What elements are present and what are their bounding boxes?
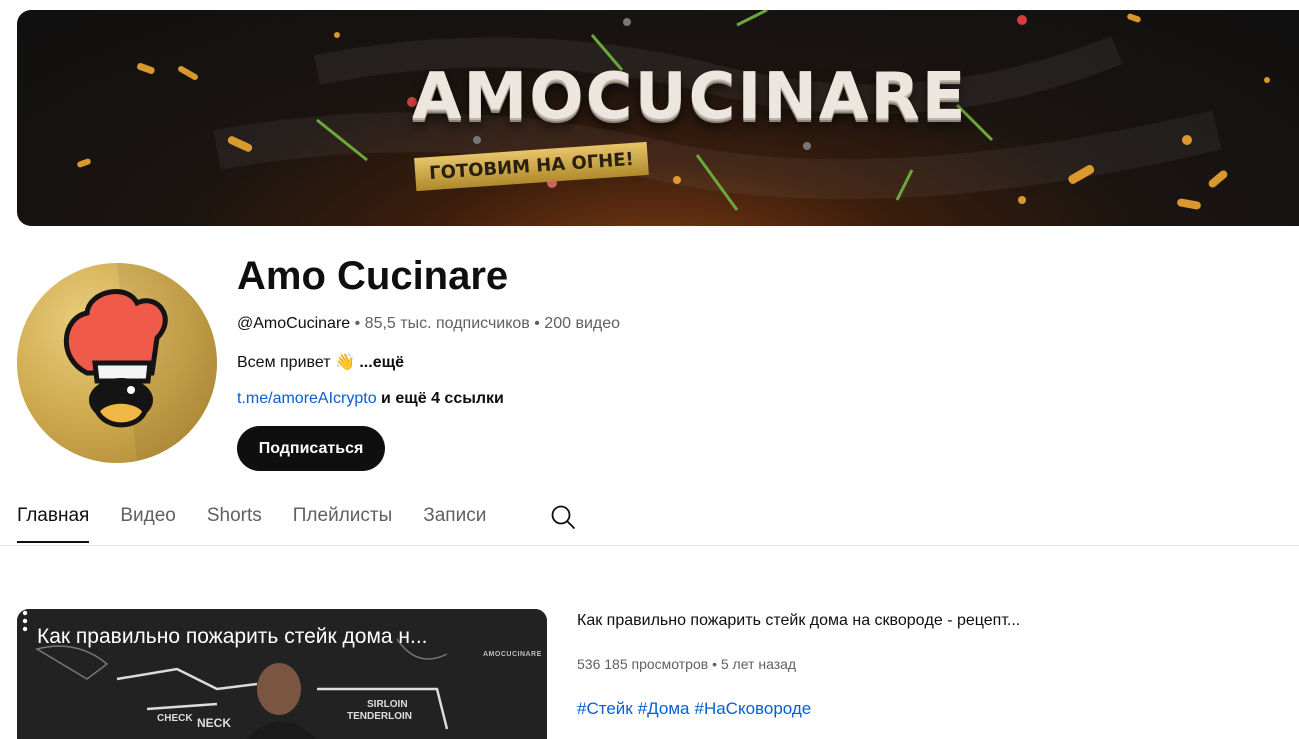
subscribe-button[interactable]: Подписаться — [237, 426, 385, 471]
channel-banner: AMOCUCINARE ГОТОВИМ НА ОГНЕ! — [17, 10, 1299, 226]
thumbnail-word: SIRLOIN — [367, 699, 408, 710]
channel-description[interactable]: Всем привет 👋 ...ещё — [237, 352, 404, 372]
search-icon[interactable] — [550, 504, 576, 530]
tabs-divider — [0, 545, 1299, 546]
thumbnail-title: Как правильно пожарить стейк дома н... — [37, 625, 428, 648]
thumbnail-word: CHECK — [157, 713, 193, 724]
upload-age: 5 лет назад — [720, 656, 797, 672]
meta-separator: • — [529, 315, 545, 332]
tab-shorts[interactable]: Shorts — [207, 497, 262, 543]
meta-separator: • — [350, 315, 365, 332]
hashtag-link[interactable]: #Дома — [638, 699, 690, 718]
tab-playlists[interactable]: Плейлисты — [293, 497, 392, 543]
thumbnail-logo: AMOCUCINARE — [483, 651, 542, 658]
description-text: Всем привет — [237, 354, 331, 371]
tab-videos[interactable]: Видео — [120, 497, 176, 543]
description-more-button[interactable]: ...ещё — [359, 354, 404, 371]
hashtag-link[interactable]: #Стейк — [577, 699, 633, 718]
channel-name: Amo Cucinare — [237, 254, 509, 298]
video-count: 200 видео — [544, 315, 621, 332]
channel-meta: @AmoCucinare • 85,5 тыс. подписчиков • 2… — [237, 315, 620, 333]
waving-hand-icon: 👋 — [334, 354, 355, 371]
tab-home[interactable]: Главная — [17, 497, 90, 543]
thumbnail-word: NECK — [197, 716, 231, 730]
channel-handle[interactable]: @AmoCucinare — [237, 315, 350, 332]
channel-avatar[interactable] — [17, 263, 217, 463]
hashtag-link[interactable]: #НаСковороде — [694, 699, 811, 718]
more-vert-icon[interactable] — [17, 609, 33, 633]
chef-duck-icon — [63, 263, 217, 463]
video-hashtags: #Стейк #Дома #НаСковороде — [577, 699, 816, 719]
channel-links: t.me/amoreAIcrypto и ещё 4 ссылки — [237, 390, 504, 408]
subscriber-count: 85,5 тыс. подписчиков — [364, 315, 530, 332]
video-title[interactable]: Как правильно пожарить стейк дома на скв… — [577, 612, 1020, 630]
video-thumbnail[interactable]: SIRLOIN TENDERLOIN CHECK NECK Как правил… — [17, 609, 547, 739]
video-meta: 536 185 просмотров • 5 лет назад — [577, 656, 796, 672]
banner-title: AMOCUCINARE — [412, 60, 968, 134]
more-links-button[interactable]: и ещё 4 ссылки — [377, 390, 504, 407]
tab-posts[interactable]: Записи — [423, 497, 486, 543]
channel-link[interactable]: t.me/amoreAIcrypto — [237, 390, 377, 407]
meta-separator: • — [708, 656, 721, 672]
channel-tabs: Главная Видео Shorts Плейлисты Записи — [17, 497, 517, 545]
thumbnail-word: TENDERLOIN — [347, 711, 412, 722]
view-count: 536 185 просмотров — [577, 656, 709, 672]
